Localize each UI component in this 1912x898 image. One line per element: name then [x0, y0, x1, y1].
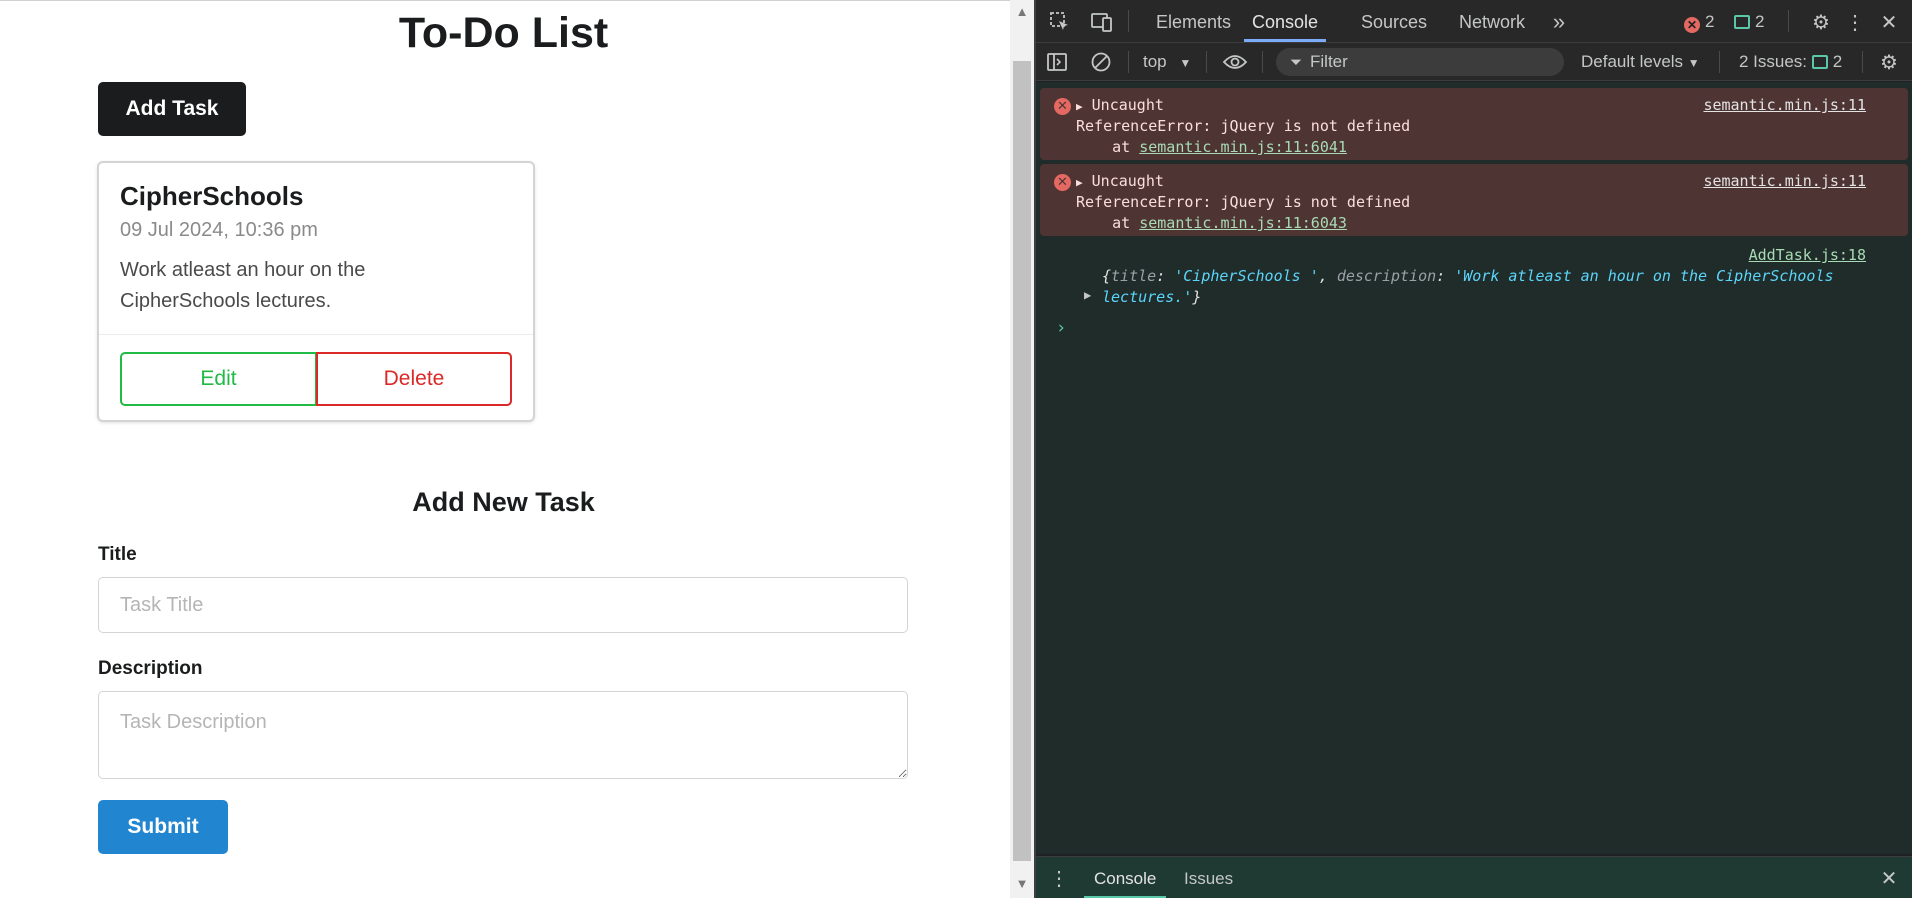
console-error-message[interactable]: ✕ ▶ Uncaught ReferenceError: jQuery is n…	[1040, 88, 1908, 160]
issues-message-icon	[1811, 55, 1828, 69]
console-output[interactable]: ✕ ▶ Uncaught ReferenceError: jQuery is n…	[1036, 82, 1912, 854]
toolbar-separator	[1788, 10, 1789, 32]
edit-button[interactable]: Edit	[120, 352, 317, 406]
error-text: ReferenceError: jQuery is not defined	[1076, 117, 1411, 135]
task-title: CipherSchools	[120, 181, 304, 211]
context-selector[interactable]: top ▼	[1143, 52, 1191, 72]
description-textarea[interactable]	[98, 691, 908, 779]
close-devtools-icon[interactable]: ✕	[1876, 9, 1902, 35]
dropdown-arrow-icon: ▼	[1179, 56, 1192, 70]
error-count-badge[interactable]: ✕ 2	[1684, 12, 1714, 33]
delete-button[interactable]: Delete	[316, 352, 512, 406]
console-error-message[interactable]: ✕ ▶ Uncaught ReferenceError: jQuery is n…	[1040, 164, 1908, 236]
error-location-link[interactable]: semantic.min.js:11:6041	[1139, 138, 1347, 156]
add-task-button[interactable]: Add Task	[98, 82, 246, 136]
tab-console[interactable]: Console	[1244, 0, 1327, 42]
console-log-message[interactable]: AddTask.js:18 ▶ {title: 'CipherSchools '…	[1040, 244, 1908, 314]
drawer-menu-icon[interactable]: ⋮	[1046, 865, 1072, 891]
tab-elements[interactable]: Elements	[1156, 0, 1231, 42]
dropdown-arrow-icon: ▼	[1687, 56, 1700, 70]
error-icon: ✕	[1054, 174, 1071, 191]
title-label: Title	[98, 544, 137, 565]
error-count: 2	[1705, 12, 1715, 31]
error-at: at	[1076, 138, 1140, 156]
error-icon: ✕	[1684, 17, 1700, 33]
description-label: Description	[98, 658, 203, 679]
card-divider	[99, 334, 533, 335]
device-toolbar-icon[interactable]	[1089, 9, 1115, 35]
drawer-tab-issues[interactable]: Issues	[1184, 857, 1233, 898]
log-levels-value: Default levels	[1581, 52, 1684, 71]
toolbar-separator	[1128, 10, 1129, 32]
log-source-link[interactable]: AddTask.js:18	[1749, 246, 1866, 264]
expand-object-icon[interactable]: ▶	[1084, 288, 1091, 302]
toolbar-separator	[1862, 51, 1863, 73]
expand-triangle-icon[interactable]: ▶	[1076, 176, 1083, 189]
inspect-element-icon[interactable]	[1047, 9, 1073, 35]
page-scrollbar[interactable]: ▲ ▼	[1010, 0, 1034, 898]
submit-button[interactable]: Submit	[98, 800, 228, 854]
close-drawer-icon[interactable]: ✕	[1876, 865, 1902, 891]
scrollbar-thumb[interactable]	[1013, 61, 1031, 861]
error-text: ReferenceError: jQuery is not defined	[1076, 193, 1411, 211]
more-options-icon[interactable]: ⋮	[1842, 9, 1868, 35]
scroll-down-icon[interactable]: ▼	[1010, 876, 1034, 891]
error-head: Uncaught	[1091, 96, 1164, 114]
form-heading: Add New Task	[412, 487, 595, 517]
clear-console-icon[interactable]	[1088, 49, 1114, 75]
console-settings-gear-icon[interactable]: ⚙	[1876, 49, 1902, 75]
task-description: Work atleast an hour on the CipherSchool…	[120, 259, 366, 312]
devtools-main-toolbar: Elements Console Sources Network » ✕ 2 2 …	[1036, 0, 1912, 43]
devtools-drawer: ⋮ Console Issues ✕	[1036, 856, 1912, 898]
issues-label: 2 Issues:	[1739, 52, 1808, 71]
more-tabs-icon[interactable]: »	[1546, 9, 1572, 35]
error-icon: ✕	[1054, 98, 1071, 115]
object-value: 'CipherSchools '	[1174, 267, 1319, 285]
logged-object[interactable]: {title: 'CipherSchools ', description: '…	[1102, 266, 1882, 308]
error-location-link[interactable]: semantic.min.js:11:6043	[1139, 214, 1347, 232]
console-toolbar: top ▼ ⏷ Filter Default levels ▼ 2 Issues:…	[1036, 43, 1912, 81]
toolbar-separator	[1206, 51, 1207, 73]
toolbar-separator	[1128, 51, 1129, 73]
message-count-badge[interactable]: 2	[1734, 12, 1764, 32]
message-count: 2	[1755, 12, 1765, 31]
error-source-link[interactable]: semantic.min.js:11	[1703, 96, 1866, 114]
console-prompt[interactable]: ›	[1056, 318, 1066, 338]
web-page: To-Do List Add Task CipherSchools 09 Jul…	[0, 0, 1010, 898]
issues-indicator[interactable]: 2 Issues: 2	[1739, 52, 1842, 72]
tab-network[interactable]: Network	[1459, 0, 1525, 42]
filter-placeholder: Filter	[1310, 52, 1348, 71]
tab-sources[interactable]: Sources	[1361, 0, 1427, 42]
drawer-tab-console[interactable]: Console	[1084, 857, 1167, 898]
context-value: top	[1143, 52, 1167, 71]
expand-triangle-icon[interactable]: ▶	[1076, 100, 1083, 113]
object-key: title	[1111, 267, 1157, 285]
scroll-up-icon[interactable]: ▲	[1010, 4, 1034, 19]
task-card: CipherSchools 09 Jul 2024, 10:36 pm Work…	[97, 161, 535, 422]
issues-count: 2	[1832, 52, 1843, 71]
devtools-panel: Elements Console Sources Network » ✕ 2 2 …	[1036, 0, 1912, 898]
live-expression-eye-icon[interactable]	[1222, 49, 1248, 75]
object-key: description	[1336, 267, 1437, 285]
filter-input[interactable]: ⏷ Filter	[1276, 48, 1564, 76]
title-input[interactable]	[98, 577, 908, 633]
sidebar-toggle-icon[interactable]	[1044, 49, 1070, 75]
settings-gear-icon[interactable]: ⚙	[1808, 9, 1834, 35]
task-date: 09 Jul 2024, 10:36 pm	[120, 219, 318, 241]
filter-icon: ⏷	[1290, 54, 1303, 71]
error-at: at	[1076, 214, 1140, 232]
toolbar-separator	[1262, 51, 1263, 73]
log-levels-dropdown[interactable]: Default levels ▼	[1581, 52, 1700, 72]
page-title: To-Do List	[398, 9, 609, 57]
message-icon	[1734, 15, 1750, 29]
error-head: Uncaught	[1091, 172, 1164, 190]
toolbar-separator	[1719, 51, 1720, 73]
error-source-link[interactable]: semantic.min.js:11	[1703, 172, 1866, 190]
